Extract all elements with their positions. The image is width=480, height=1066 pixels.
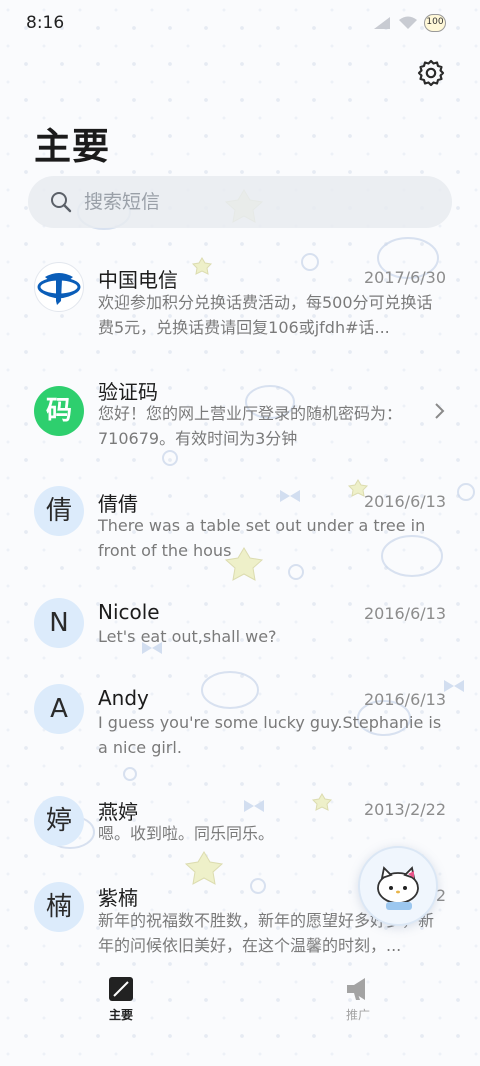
message-preview: There was a table set out under a tree i… bbox=[98, 516, 426, 560]
message-preview: 您好！您的网上营业厅登录的随机密码为：710679。有效时间为3分钟 bbox=[98, 404, 403, 448]
avatar: 码 bbox=[34, 386, 84, 436]
search-icon bbox=[51, 192, 72, 213]
megaphone-icon bbox=[347, 978, 365, 1000]
status-time: 8:16 bbox=[26, 13, 65, 33]
status-icons: 100 bbox=[372, 14, 446, 32]
tab-promo[interactable]: 推广 bbox=[318, 976, 398, 1023]
bottom-navigation: 主要 推广 bbox=[0, 966, 480, 1066]
avatar: N bbox=[34, 598, 84, 648]
contact-name: Andy bbox=[98, 686, 149, 710]
tab-main[interactable]: 主要 bbox=[81, 976, 161, 1023]
message-date: 2016/6/13 bbox=[363, 604, 446, 623]
message-preview: Let's eat out,shall we? bbox=[98, 627, 277, 646]
message-preview: I guess you're some lucky guy.Stephanie … bbox=[98, 713, 442, 757]
avatar: 楠 bbox=[34, 882, 84, 932]
contact-name: Nicole bbox=[98, 600, 160, 624]
chevron-right-icon[interactable] bbox=[432, 402, 446, 420]
compose-icon bbox=[109, 977, 133, 1001]
message-date: 2016/6/13 bbox=[363, 492, 446, 511]
battery-icon: 100 bbox=[424, 14, 446, 32]
settings-gear-icon[interactable] bbox=[416, 58, 446, 88]
search-bar[interactable]: 搜索短信 bbox=[28, 176, 452, 228]
tab-promo-label: 推广 bbox=[345, 1008, 370, 1022]
message-date: 2016/6/13 bbox=[363, 690, 446, 709]
avatar: 倩 bbox=[34, 486, 84, 536]
contact-name: 紫楠 bbox=[98, 886, 138, 910]
avatar: 婷 bbox=[34, 796, 84, 846]
avatar: A bbox=[34, 684, 84, 734]
message-preview: 嗯。收到啦。同乐同乐。 bbox=[98, 824, 275, 843]
cellular-signal-icon bbox=[374, 17, 390, 29]
tab-main-label: 主要 bbox=[108, 1008, 133, 1022]
telecom-logo-graphic bbox=[37, 273, 81, 305]
wifi-icon bbox=[399, 16, 417, 29]
message-date: 2013/2/22 bbox=[363, 800, 446, 819]
kitty-icon bbox=[377, 866, 419, 910]
compose-floating-button[interactable] bbox=[358, 846, 438, 926]
message-preview: 欢迎参加积分兑换话费活动，每500分可兑换话费5元，兑换话费请回复106或jfd… bbox=[98, 293, 433, 337]
message-date: 2017/6/30 bbox=[363, 268, 446, 287]
status-bar: 8:16 100 bbox=[0, 0, 480, 44]
search-input[interactable]: 搜索短信 bbox=[84, 176, 160, 228]
contact-name: 中国电信 bbox=[98, 268, 178, 292]
page-title: 主要 bbox=[34, 125, 110, 168]
china-telecom-logo-icon bbox=[34, 262, 84, 312]
